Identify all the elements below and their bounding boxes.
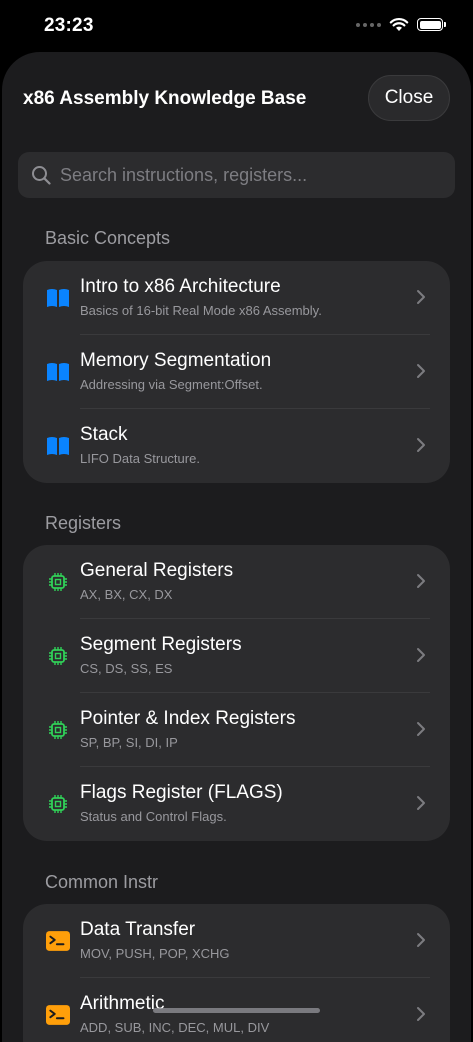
item-subtitle: Basics of 16-bit Real Mode x86 Assembly. [80,303,322,318]
chevron-right-icon [417,1007,425,1021]
section-header-basic-concepts: Basic Concepts [45,228,171,248]
list-item-intro-x86[interactable]: Intro to x86 Architecture Basics of 16-b… [23,261,450,335]
cpu-chip-icon [49,573,67,591]
common-instr-group: Data Transfer MOV, PUSH, POP, XCHG Arith… [23,904,450,1042]
list-item-general-registers[interactable]: General Registers AX, BX, CX, DX [23,545,450,619]
item-title: Flags Register (FLAGS) [80,782,283,803]
status-bar: 23:23 [0,0,473,54]
item-title: Segment Registers [80,634,242,655]
search-placeholder: Search instructions, registers... [60,165,308,185]
item-title: Data Transfer [80,919,196,940]
cpu-chip-icon [49,721,67,739]
chevron-right-icon [417,290,425,304]
list-item-memory-segmentation[interactable]: Memory Segmentation Addressing via Segme… [23,335,450,409]
terminal-icon [46,1005,70,1025]
list-item-pointer-index-registers[interactable]: Pointer & Index Registers SP, BP, SI, DI… [23,693,450,767]
cpu-chip-icon [49,647,67,665]
list-item-segment-registers[interactable]: Segment Registers CS, DS, SS, ES [23,619,450,693]
chevron-right-icon [417,722,425,736]
section-header-registers: Registers [45,513,122,533]
chevron-right-icon [417,438,425,452]
item-subtitle: SP, BP, SI, DI, IP [80,735,178,750]
close-button[interactable]: Close [368,75,450,121]
item-title: Intro to x86 Architecture [80,276,281,297]
registers-group: General Registers AX, BX, CX, DX Segment… [23,545,450,841]
wifi-icon [389,18,409,31]
chevron-right-icon [417,364,425,378]
sheet-title: x86 Assembly Knowledge Base [23,88,307,109]
item-subtitle: AX, BX, CX, DX [80,587,173,602]
book-icon [47,289,69,307]
item-title: Pointer & Index Registers [80,708,296,729]
battery-icon [417,18,446,31]
item-subtitle: MOV, PUSH, POP, XCHG [80,946,230,961]
chevron-right-icon [417,648,425,662]
status-time: 23:23 [44,15,94,36]
item-title: Stack [80,424,128,445]
search-input[interactable]: Search instructions, registers... [18,152,455,198]
item-subtitle: CS, DS, SS, ES [80,661,173,676]
signal-dots-icon [356,22,381,27]
item-subtitle: LIFO Data Structure. [80,451,200,466]
chevron-right-icon [417,574,425,588]
list-item-data-transfer[interactable]: Data Transfer MOV, PUSH, POP, XCHG [23,904,450,978]
item-subtitle: Addressing via Segment:Offset. [80,377,263,392]
item-title: Memory Segmentation [80,350,272,371]
list-item-stack[interactable]: Stack LIFO Data Structure. [23,409,450,483]
knowledge-base-sheet: x86 Assembly Knowledge Base Close Search… [2,52,471,1042]
status-icons [356,17,446,32]
book-icon [47,437,69,455]
item-title: General Registers [80,560,234,581]
chevron-right-icon [417,933,425,947]
search-icon [32,166,51,185]
item-subtitle: Status and Control Flags. [80,809,227,824]
item-title: Arithmetic [80,993,165,1014]
item-subtitle: ADD, SUB, INC, DEC, MUL, DIV [80,1020,270,1035]
home-indicator [153,1008,320,1013]
list-item-flags-register[interactable]: Flags Register (FLAGS) Status and Contro… [23,767,450,841]
chevron-right-icon [417,796,425,810]
terminal-icon [46,931,70,951]
section-header-common-instr: Common Instr [45,872,159,892]
book-icon [47,363,69,381]
basic-concepts-group: Intro to x86 Architecture Basics of 16-b… [23,261,450,483]
cpu-chip-icon [49,795,67,813]
